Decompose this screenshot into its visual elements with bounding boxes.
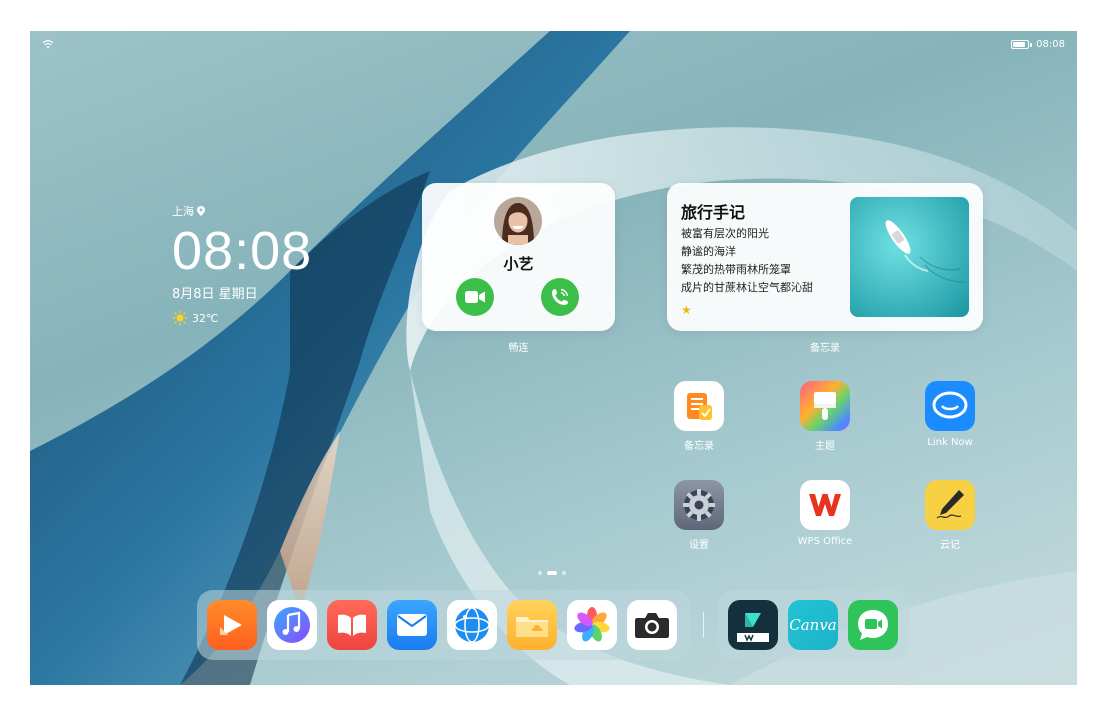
clock-city-row: 上海 bbox=[172, 203, 312, 219]
memo-widget-label: 备忘录 bbox=[810, 343, 840, 354]
filmora-icon[interactable] bbox=[728, 600, 778, 650]
memo-lines: 被富有层次的阳光 静谧的海洋 繁茂的热带雨林所笼罩 成片的甘蔗林让空气都沁甜 bbox=[681, 225, 813, 297]
browser-icon[interactable] bbox=[447, 600, 497, 650]
avatar[interactable] bbox=[494, 197, 542, 245]
app-notes[interactable]: 备忘录 bbox=[659, 381, 739, 452]
battery-icon bbox=[1011, 40, 1030, 49]
files-icon[interactable] bbox=[507, 600, 557, 650]
home-screen: 08:08 上海 08:08 8月8日 星期日 32℃ 小艺 畅连 旅行手记 被… bbox=[30, 31, 1077, 685]
dock-divider bbox=[703, 612, 704, 638]
video-icon[interactable] bbox=[207, 600, 257, 650]
dock bbox=[197, 590, 691, 660]
gallery-icon[interactable] bbox=[567, 600, 617, 650]
wallpaper bbox=[30, 31, 1077, 685]
memo-line: 成片的甘蔗林让空气都沁甜 bbox=[681, 281, 813, 294]
page-dot[interactable] bbox=[562, 571, 566, 575]
status-time: 08:08 bbox=[1036, 39, 1065, 50]
app-label: 主题 bbox=[815, 441, 835, 452]
app-themes[interactable]: 主题 bbox=[785, 381, 865, 452]
memo-photo bbox=[850, 197, 969, 317]
brush-icon bbox=[800, 381, 850, 431]
video-camera-icon bbox=[465, 291, 485, 303]
canva-icon[interactable]: Canva bbox=[788, 600, 838, 650]
contact-widget-label: 畅连 bbox=[508, 343, 529, 354]
wps-icon bbox=[800, 480, 850, 530]
sun-icon bbox=[172, 310, 188, 326]
clock-widget[interactable]: 上海 08:08 8月8日 星期日 32℃ bbox=[172, 203, 312, 326]
star-icon: ★ bbox=[681, 303, 692, 317]
memo-line: 静谧的海洋 bbox=[681, 245, 736, 258]
app-label: 云记 bbox=[940, 540, 960, 551]
clock-city: 上海 bbox=[172, 205, 194, 218]
voice-call-button[interactable] bbox=[541, 278, 579, 316]
page-dot[interactable] bbox=[538, 571, 542, 575]
battery-tip bbox=[1030, 42, 1033, 47]
status-bar-right: 08:08 bbox=[1011, 39, 1065, 50]
notes-icon bbox=[674, 381, 724, 431]
meetime-icon[interactable] bbox=[848, 600, 898, 650]
canva-wordmark: Canva bbox=[789, 616, 837, 634]
weather-row: 32℃ bbox=[172, 310, 312, 326]
memo-line: 繁茂的热带雨林所笼罩 bbox=[681, 263, 791, 276]
temperature: 32℃ bbox=[192, 311, 219, 325]
mail-icon[interactable] bbox=[387, 600, 437, 650]
books-icon[interactable] bbox=[327, 600, 377, 650]
contact-name: 小艺 bbox=[503, 255, 534, 273]
link-now-icon bbox=[925, 381, 975, 431]
memo-widget[interactable]: 旅行手记 被富有层次的阳光 静谧的海洋 繁茂的热带雨林所笼罩 成片的甘蔗林让空气… bbox=[667, 183, 983, 331]
wifi-icon bbox=[42, 39, 54, 52]
memo-title: 旅行手记 bbox=[681, 203, 746, 222]
gear-icon bbox=[674, 480, 724, 530]
video-call-button[interactable] bbox=[456, 278, 494, 316]
page-indicator[interactable] bbox=[538, 571, 566, 575]
app-settings[interactable]: 设置 bbox=[659, 480, 739, 551]
app-label: WPS Office bbox=[797, 536, 853, 547]
camera-icon[interactable] bbox=[627, 600, 677, 650]
app-wps-office[interactable]: WPS Office bbox=[785, 480, 865, 547]
location-pin-icon bbox=[197, 206, 205, 216]
clock-time: 08:08 bbox=[172, 221, 313, 281]
dock-recent-apps: Canva bbox=[718, 590, 909, 660]
music-icon[interactable] bbox=[267, 600, 317, 650]
app-link-now[interactable]: Link Now bbox=[910, 381, 990, 448]
pen-icon bbox=[925, 480, 975, 530]
phone-icon bbox=[552, 288, 569, 305]
memo-line: 被富有层次的阳光 bbox=[681, 227, 769, 240]
app-cloud-notes[interactable]: 云记 bbox=[910, 480, 990, 551]
app-label: 备忘录 bbox=[684, 441, 714, 452]
clock-date: 8月8日 星期日 bbox=[172, 287, 258, 302]
contact-widget[interactable]: 小艺 bbox=[422, 183, 615, 331]
page-dot-active[interactable] bbox=[547, 571, 557, 575]
app-label: 设置 bbox=[689, 540, 709, 551]
app-label: Link Now bbox=[927, 437, 973, 448]
